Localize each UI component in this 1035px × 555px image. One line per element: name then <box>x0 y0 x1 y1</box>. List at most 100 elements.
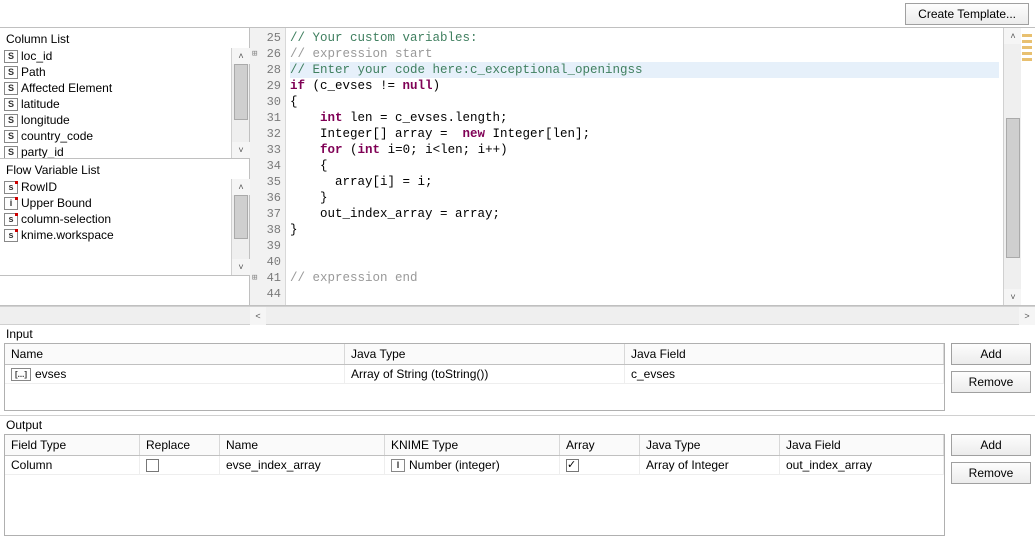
integer-type-icon: I <box>391 459 405 472</box>
list-item[interactable]: sknime.workspace <box>2 227 229 243</box>
list-item[interactable]: Scountry_code <box>2 128 229 144</box>
list-item[interactable]: sRowID <box>2 179 229 195</box>
flowvar-type-icon: s <box>4 229 18 242</box>
output-header-replace: Replace <box>140 435 220 455</box>
input-row-type: Array of String (toString()) <box>345 365 625 383</box>
input-section-title: Input <box>0 325 1035 343</box>
code-editor[interactable]: 2526282930313233343536373839404144 // Yo… <box>250 28 1035 305</box>
flow-var-list[interactable]: sRowIDiUpper Boundscolumn-selectionsknim… <box>0 179 231 275</box>
list-item-label: Upper Bound <box>21 195 92 211</box>
flow-var-panel: Flow Variable List sRowIDiUpper Boundsco… <box>0 159 249 276</box>
string-type-icon: S <box>4 114 18 127</box>
input-remove-button[interactable]: Remove <box>951 371 1031 393</box>
scroll-thumb[interactable] <box>234 64 248 120</box>
list-item[interactable]: SAffected Element <box>2 80 229 96</box>
output-section-title: Output <box>0 416 1035 434</box>
string-type-icon: S <box>4 130 18 143</box>
column-list-panel: Column List Sloc_idSPathSAffected Elemen… <box>0 28 249 159</box>
list-item[interactable]: Sloc_id <box>2 48 229 64</box>
scroll-up-icon[interactable]: ˄ <box>1004 28 1022 44</box>
input-header-type: Java Type <box>345 344 625 364</box>
flow-var-title: Flow Variable List <box>0 159 249 179</box>
scroll-down-icon[interactable]: ˅ <box>1004 289 1022 305</box>
side-column: Column List Sloc_idSPathSAffected Elemen… <box>0 28 250 305</box>
output-row-jfield: out_index_array <box>780 456 944 474</box>
editor-gutter: 2526282930313233343536373839404144 <box>250 28 286 305</box>
list-item-label: latitude <box>21 96 60 112</box>
output-row-ftype: Column <box>5 456 140 474</box>
input-add-button[interactable]: Add <box>951 343 1031 365</box>
column-list-title: Column List <box>0 28 249 48</box>
list-item[interactable]: Sparty_id <box>2 144 229 158</box>
column-list-scrollbar[interactable]: ˄ ˅ <box>231 48 249 158</box>
list-item-label: RowID <box>21 179 57 195</box>
string-type-icon: S <box>4 98 18 111</box>
main-row: Column List Sloc_idSPathSAffected Elemen… <box>0 28 1035 306</box>
editor-vertical-scrollbar[interactable]: ˄ ˅ <box>1003 28 1021 305</box>
output-remove-button[interactable]: Remove <box>951 462 1031 484</box>
list-item-label: column-selection <box>21 211 111 227</box>
output-table[interactable]: Field Type Replace Name KNIME Type Array… <box>4 434 945 536</box>
table-row[interactable]: Column evse_index_array I Number (intege… <box>5 456 944 475</box>
string-type-icon: S <box>4 50 18 63</box>
list-item-label: Affected Element <box>21 80 112 96</box>
string-type-icon: S <box>4 146 18 159</box>
output-table-header: Field Type Replace Name KNIME Type Array… <box>5 435 944 456</box>
list-item-label: loc_id <box>21 48 52 64</box>
list-item[interactable]: SPath <box>2 64 229 80</box>
list-item-label: knime.workspace <box>21 227 114 243</box>
table-row[interactable]: [...] evses Array of String (toString())… <box>5 365 944 384</box>
editor-horizontal-scrollbar[interactable]: ˂ ˃ <box>0 306 1035 324</box>
scroll-down-icon[interactable]: ˅ <box>232 259 250 275</box>
list-item[interactable]: scolumn-selection <box>2 211 229 227</box>
output-row-name: evse_index_array <box>220 456 385 474</box>
scroll-thumb[interactable] <box>234 195 248 239</box>
flow-var-scrollbar[interactable]: ˄ ˅ <box>231 179 249 275</box>
string-type-icon: S <box>4 66 18 79</box>
checkbox-icon[interactable] <box>146 459 159 472</box>
output-row-array[interactable] <box>560 456 640 474</box>
array-icon: [...] <box>11 368 31 381</box>
input-header-name: Name <box>5 344 345 364</box>
output-header-ftype: Field Type <box>5 435 140 455</box>
flowvar-type-icon: s <box>4 181 18 194</box>
input-table[interactable]: Name Java Type Java Field [...] evses Ar… <box>4 343 945 411</box>
input-header-field: Java Field <box>625 344 944 364</box>
scroll-up-icon[interactable]: ˄ <box>232 48 250 64</box>
output-section: Output Field Type Replace Name KNIME Typ… <box>0 415 1035 540</box>
list-item-label: longitude <box>21 112 70 128</box>
string-type-icon: S <box>4 82 18 95</box>
list-item-label: country_code <box>21 128 93 144</box>
list-item-label: party_id <box>21 144 64 158</box>
list-item-label: Path <box>21 64 46 80</box>
output-add-button[interactable]: Add <box>951 434 1031 456</box>
output-row-replace[interactable] <box>140 456 220 474</box>
scroll-left-icon[interactable]: ˂ <box>250 307 266 325</box>
scroll-thumb[interactable] <box>1006 118 1020 258</box>
output-header-jtype: Java Type <box>640 435 780 455</box>
input-row-field: c_evses <box>625 365 944 383</box>
list-item[interactable]: iUpper Bound <box>2 195 229 211</box>
output-header-jfield: Java Field <box>780 435 944 455</box>
input-section: Input Name Java Type Java Field [...] ev… <box>0 324 1035 415</box>
scroll-down-icon[interactable]: ˅ <box>232 142 250 158</box>
column-list[interactable]: Sloc_idSPathSAffected ElementSlatitudeSl… <box>0 48 231 158</box>
output-row-jtype: Array of Integer <box>640 456 780 474</box>
checkbox-checked-icon[interactable] <box>566 459 579 472</box>
flowvar-type-icon: i <box>4 197 18 210</box>
input-table-header: Name Java Type Java Field <box>5 344 944 365</box>
editor-code-area[interactable]: // Your custom variables:// expression s… <box>286 28 1003 305</box>
editor-marker-strip <box>1021 28 1035 305</box>
flowvar-type-icon: s <box>4 213 18 226</box>
list-item[interactable]: Slatitude <box>2 96 229 112</box>
scroll-right-icon[interactable]: ˃ <box>1019 307 1035 325</box>
output-row-ktype: I Number (integer) <box>385 456 560 474</box>
output-header-ktype: KNIME Type <box>385 435 560 455</box>
input-row-name: [...] evses <box>5 365 345 383</box>
top-toolbar: Create Template... <box>0 0 1035 28</box>
output-header-array: Array <box>560 435 640 455</box>
output-header-name: Name <box>220 435 385 455</box>
scroll-up-icon[interactable]: ˄ <box>232 179 250 195</box>
list-item[interactable]: Slongitude <box>2 112 229 128</box>
create-template-button[interactable]: Create Template... <box>905 3 1029 25</box>
